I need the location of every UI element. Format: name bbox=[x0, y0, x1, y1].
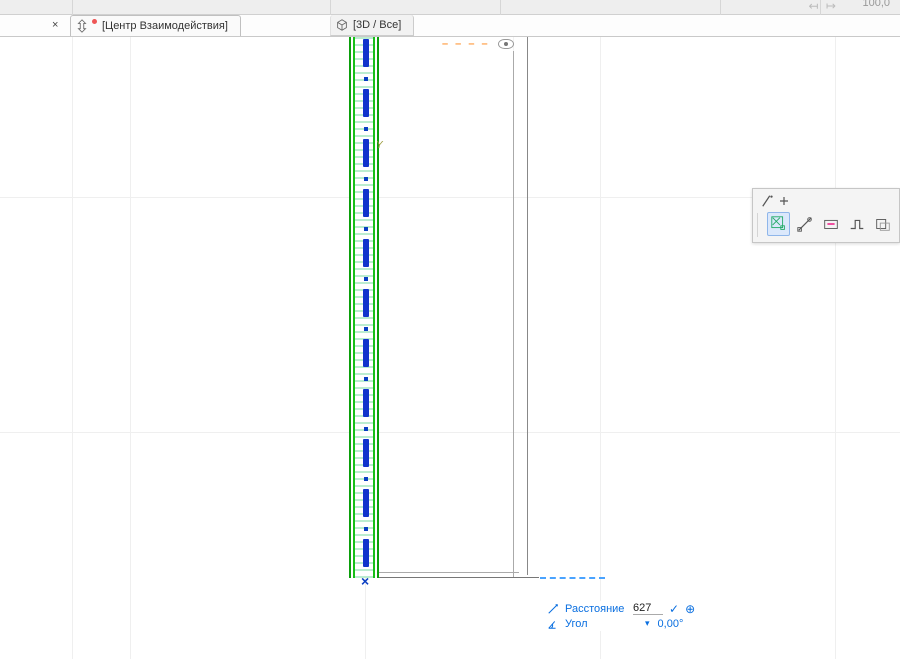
axis-dash bbox=[363, 189, 369, 217]
separator bbox=[757, 213, 758, 237]
chevron-down-icon[interactable]: ▾ bbox=[645, 618, 650, 629]
distance-icon bbox=[547, 603, 559, 614]
cube-icon bbox=[335, 18, 349, 32]
wall-base-edge bbox=[379, 572, 519, 573]
selected-wall[interactable] bbox=[349, 37, 379, 578]
angle-icon bbox=[547, 618, 559, 629]
axis-dot bbox=[364, 327, 368, 331]
axis-dash bbox=[363, 289, 369, 317]
tool-offset-edge[interactable] bbox=[872, 212, 895, 236]
axis-dot bbox=[364, 427, 368, 431]
palette-title bbox=[757, 193, 895, 209]
angle-value: 0,00° bbox=[658, 618, 684, 630]
viewport-border bbox=[72, 37, 73, 659]
toolbar-strip: ↤ ↦ 100,0 bbox=[0, 0, 900, 15]
plus-icon bbox=[779, 196, 789, 206]
line-edit-icon bbox=[761, 194, 775, 208]
axis-dot bbox=[364, 177, 368, 181]
notification-dot-icon bbox=[92, 19, 97, 24]
axis-dash bbox=[363, 39, 369, 67]
dimension-value: 100,0 bbox=[862, 0, 890, 9]
tool-curve-edge[interactable] bbox=[819, 212, 842, 236]
dimension-arrows-icon: ↤ ↦ bbox=[809, 0, 838, 13]
axis-dash bbox=[363, 89, 369, 117]
distance-label: Расстояние bbox=[565, 603, 627, 615]
tool-move-node[interactable] bbox=[767, 212, 790, 236]
axis-dash bbox=[363, 539, 369, 567]
grid-line bbox=[0, 432, 900, 433]
trace-legend[interactable]: – – – – bbox=[438, 37, 518, 51]
axis-dot bbox=[364, 527, 368, 531]
close-tab-button[interactable]: × bbox=[52, 19, 58, 31]
axis-dot bbox=[364, 277, 368, 281]
axis-dot bbox=[364, 127, 368, 131]
distance-input[interactable] bbox=[633, 602, 663, 615]
wall-core-edge bbox=[373, 37, 375, 578]
locator-icon[interactable]: ⊕ bbox=[685, 602, 695, 616]
grid-line bbox=[600, 37, 601, 659]
tool-break-edge[interactable] bbox=[846, 212, 869, 236]
wall-core-edge bbox=[353, 37, 355, 578]
grid-line bbox=[835, 37, 836, 659]
tab-label: [3D / Все] bbox=[353, 19, 401, 31]
axis-dot bbox=[364, 377, 368, 381]
eye-icon[interactable] bbox=[498, 39, 514, 49]
drawing-canvas[interactable]: Y × – – – – Расстояние ✓ ⊕ Угол ▾ 0,00° bbox=[0, 37, 900, 659]
axis-dash bbox=[363, 139, 369, 167]
wall-base-edge bbox=[379, 577, 539, 578]
pet-palette[interactable] bbox=[752, 188, 900, 243]
axis-y-label: Y bbox=[376, 140, 383, 151]
axis-dash bbox=[363, 389, 369, 417]
hotspot-cross-icon[interactable]: × bbox=[361, 573, 369, 589]
wall-edge bbox=[527, 37, 528, 575]
trace-dash-icon: – – – – bbox=[442, 38, 490, 50]
axis-dot bbox=[364, 227, 368, 231]
axis-dash bbox=[363, 489, 369, 517]
axis-dash bbox=[363, 239, 369, 267]
axis-dot bbox=[364, 477, 368, 481]
tab-bar: × [Центр Взаимодействия] [3D / Все] bbox=[0, 15, 900, 37]
grid-line bbox=[130, 37, 131, 659]
confirm-check-icon[interactable]: ✓ bbox=[669, 602, 679, 616]
wall-edge bbox=[513, 37, 514, 578]
guide-extension bbox=[540, 577, 605, 579]
angle-label: Угол bbox=[565, 618, 627, 630]
axis-dash bbox=[363, 439, 369, 467]
tab-interaction-center[interactable]: [Центр Взаимодействия] bbox=[70, 15, 241, 36]
tab-3d-all[interactable]: [3D / Все] bbox=[330, 15, 414, 36]
axis-dash bbox=[363, 339, 369, 367]
hub-icon bbox=[75, 19, 89, 33]
coordinate-tracker: Расстояние ✓ ⊕ Угол ▾ 0,00° bbox=[547, 601, 695, 631]
tool-insert-node[interactable] bbox=[793, 212, 816, 236]
palette-tool-row bbox=[757, 209, 895, 236]
tab-label: [Центр Взаимодействия] bbox=[102, 20, 228, 32]
axis-dot bbox=[364, 77, 368, 81]
